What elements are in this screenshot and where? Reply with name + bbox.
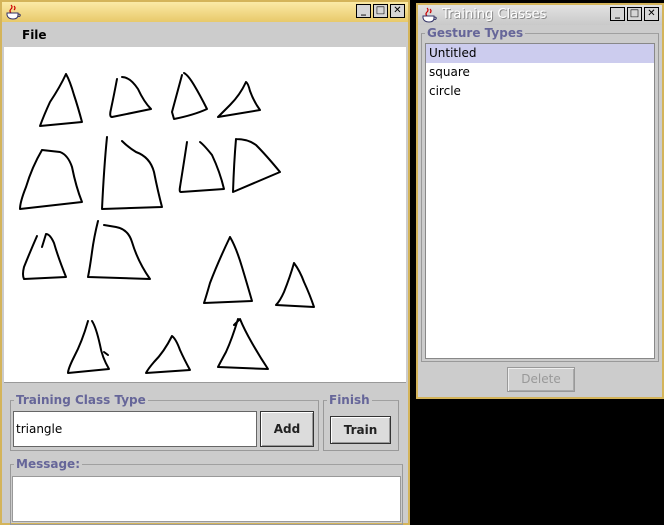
training-class-type-input[interactable] xyxy=(13,411,257,447)
close-button[interactable]: ✕ xyxy=(644,7,659,21)
gesture-types-legend: Gesture Types xyxy=(427,26,524,40)
close-icon: ✕ xyxy=(647,8,656,19)
training-classes-window: Training Classes _ □ ✕ Gesture Types Unt… xyxy=(416,3,664,399)
delete-button-label: Delete xyxy=(521,372,561,386)
gesture-stroke xyxy=(232,138,281,193)
minimize-button[interactable]: _ xyxy=(356,4,371,18)
gesture-stroke xyxy=(275,262,315,308)
close-button[interactable]: ✕ xyxy=(390,4,405,18)
gesture-stroke xyxy=(145,335,191,374)
minimize-icon: _ xyxy=(615,8,620,19)
list-item[interactable]: Untitled xyxy=(426,44,654,63)
gesture-stroke xyxy=(217,318,269,370)
maximize-icon: □ xyxy=(629,8,640,19)
title-bar[interactable]: Training Classes _ □ ✕ xyxy=(418,5,662,25)
delete-button[interactable]: Delete xyxy=(507,367,575,392)
gesture-stroke xyxy=(203,236,253,304)
finish-legend: Finish xyxy=(329,393,370,407)
gesture-stroke xyxy=(178,141,225,193)
menu-bar: File xyxy=(2,22,408,47)
gesture-editor-window: _ □ ✕ File Training Class Type triangle … xyxy=(0,0,410,525)
gesture-stroke xyxy=(171,72,208,120)
close-icon: ✕ xyxy=(393,5,402,16)
title-bar[interactable]: _ □ ✕ xyxy=(2,2,408,22)
gesture-types-list[interactable]: Untitled square circle xyxy=(425,43,655,359)
gesture-stroke xyxy=(22,233,67,280)
gesture-drawing-canvas[interactable] xyxy=(4,47,406,383)
gesture-strokes xyxy=(19,72,315,374)
list-item[interactable]: square xyxy=(426,63,654,82)
minimize-icon: _ xyxy=(361,5,366,16)
minimize-button[interactable]: _ xyxy=(610,7,625,21)
gesture-stroke xyxy=(217,81,261,118)
list-item[interactable]: circle xyxy=(426,82,654,101)
java-cup-icon xyxy=(6,4,21,20)
menu-file[interactable]: File xyxy=(22,28,47,42)
gesture-stroke xyxy=(67,320,110,374)
window-title: Training Classes xyxy=(442,7,547,22)
message-area[interactable] xyxy=(12,476,401,522)
gesture-stroke xyxy=(39,73,83,127)
training-class-type-legend: Training Class Type xyxy=(16,393,146,407)
gesture-stroke xyxy=(109,76,152,118)
gesture-stroke xyxy=(103,351,109,356)
gesture-stroke xyxy=(87,220,151,280)
add-button-label: Add xyxy=(273,422,301,436)
train-button[interactable]: Train xyxy=(330,416,391,444)
gesture-stroke xyxy=(19,149,83,210)
maximize-button[interactable]: □ xyxy=(627,7,642,21)
gesture-stroke xyxy=(101,136,163,210)
message-legend: Message: xyxy=(16,457,80,471)
maximize-icon: □ xyxy=(375,5,386,16)
train-button-label: Train xyxy=(343,423,378,437)
java-cup-icon xyxy=(422,7,437,23)
maximize-button[interactable]: □ xyxy=(373,4,388,18)
add-button[interactable]: Add xyxy=(260,411,314,447)
